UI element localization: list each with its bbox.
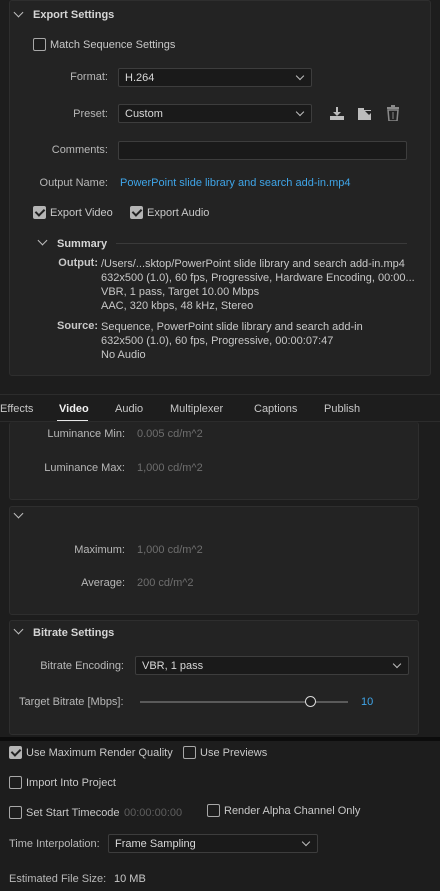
summary-divider xyxy=(116,243,407,244)
summary-source-line: Sequence, PowerPoint slide library and s… xyxy=(101,321,363,333)
match-sequence-checkbox[interactable] xyxy=(33,38,46,51)
export-audio-label: Export Audio xyxy=(147,207,210,219)
estimated-file-size-label: Estimated File Size: xyxy=(9,873,107,885)
summary-source-line: No Audio xyxy=(101,349,146,361)
average-label: Average: xyxy=(81,577,125,589)
tab-video[interactable]: Video xyxy=(59,403,89,415)
bottom-separator xyxy=(0,737,440,741)
tab-multiplexer[interactable]: Multiplexer xyxy=(170,403,223,415)
export-settings-header: Export Settings xyxy=(33,9,115,21)
export-video-checkbox[interactable] xyxy=(33,206,46,219)
use-previews-label: Use Previews xyxy=(200,747,268,759)
export-audio-checkbox[interactable] xyxy=(130,206,143,219)
summary-source-line: 632x500 (1.0), 60 fps, Progressive, 00:0… xyxy=(101,335,334,347)
estimated-file-size-value: 10 MB xyxy=(114,873,146,885)
set-start-timecode-checkbox[interactable] xyxy=(9,806,22,819)
summary-output-line: AAC, 320 kbps, 48 kHz, Stereo xyxy=(101,300,254,312)
start-timecode-value[interactable]: 00:00:00:00 xyxy=(124,807,182,819)
save-preset-icon[interactable] xyxy=(328,106,346,122)
luminance-max-value[interactable]: 1,000 cd/m^2 xyxy=(137,462,203,474)
target-bitrate-slider-thumb[interactable] xyxy=(304,696,316,707)
match-sequence-label: Match Sequence Settings xyxy=(50,39,176,51)
output-name-label: Output Name: xyxy=(39,177,108,189)
import-into-project-label: Import Into Project xyxy=(26,777,116,789)
tab-audio[interactable]: Audio xyxy=(115,403,143,415)
comments-input[interactable] xyxy=(118,141,407,160)
tab-publish[interactable]: Publish xyxy=(324,403,360,415)
summary-header: Summary xyxy=(57,238,108,250)
format-label: Format: xyxy=(70,71,108,83)
average-value[interactable]: 200 cd/m^2 xyxy=(137,577,194,589)
max-render-quality-label: Use Maximum Render Quality xyxy=(26,747,173,759)
luminance-min-value[interactable]: 0.005 cd/m^2 xyxy=(137,428,203,440)
chevron-down-icon xyxy=(295,107,305,117)
delete-preset-icon[interactable] xyxy=(384,105,402,121)
format-dropdown[interactable]: H.264 xyxy=(118,68,312,87)
time-interpolation-dropdown[interactable]: Frame Sampling xyxy=(108,834,318,853)
bitrate-encoding-dropdown[interactable]: VBR, 1 pass xyxy=(135,656,409,675)
output-name-link[interactable]: PowerPoint slide library and search add-… xyxy=(120,177,351,189)
target-bitrate-value[interactable]: 10 xyxy=(361,696,373,708)
target-bitrate-slider-track[interactable] xyxy=(140,701,348,703)
format-value: H.264 xyxy=(125,72,155,84)
import-into-project-checkbox[interactable] xyxy=(9,776,22,789)
maximum-value[interactable]: 1,000 cd/m^2 xyxy=(137,544,203,556)
bitrate-encoding-label: Bitrate Encoding: xyxy=(40,660,124,672)
set-start-timecode-label: Set Start Timecode xyxy=(26,807,120,819)
use-previews-checkbox[interactable] xyxy=(183,746,196,759)
time-interpolation-label: Time Interpolation: xyxy=(9,838,100,850)
time-interpolation-value: Frame Sampling xyxy=(115,838,196,850)
summary-source-key: Source: xyxy=(57,320,98,332)
render-alpha-label: Render Alpha Channel Only xyxy=(224,805,361,817)
summary-output-line: VBR, 1 pass, Target 10.00 Mbps xyxy=(101,286,260,298)
target-bitrate-label: Target Bitrate [Mbps]: xyxy=(19,696,124,708)
summary-output-key: Output: xyxy=(58,257,98,269)
summary-output-line: /Users/...sktop/PowerPoint slide library… xyxy=(101,258,405,270)
import-preset-icon[interactable] xyxy=(356,106,374,122)
tab-captions[interactable]: Captions xyxy=(254,403,297,415)
luminance-max-label: Luminance Max: xyxy=(44,462,125,474)
tabs-top-divider xyxy=(0,394,440,395)
max-render-quality-checkbox[interactable] xyxy=(9,746,22,759)
chevron-down-icon xyxy=(301,837,311,847)
maximum-label: Maximum: xyxy=(74,544,125,556)
bitrate-settings-header: Bitrate Settings xyxy=(33,627,115,639)
luminance-min-label: Luminance Min: xyxy=(47,428,125,440)
preset-dropdown[interactable]: Custom xyxy=(118,104,312,123)
chevron-down-icon xyxy=(392,659,402,669)
mastering-panel xyxy=(9,506,419,615)
bitrate-encoding-value: VBR, 1 pass xyxy=(142,660,204,672)
summary-output-line: 632x500 (1.0), 60 fps, Progressive, Hard… xyxy=(101,272,415,284)
preset-value: Custom xyxy=(125,108,163,120)
preset-label: Preset: xyxy=(73,108,108,120)
export-video-label: Export Video xyxy=(50,207,113,219)
comments-label: Comments: xyxy=(51,144,108,156)
render-alpha-checkbox[interactable] xyxy=(207,804,220,817)
chevron-down-icon xyxy=(295,71,305,81)
tab-effects[interactable]: Effects xyxy=(0,403,33,415)
